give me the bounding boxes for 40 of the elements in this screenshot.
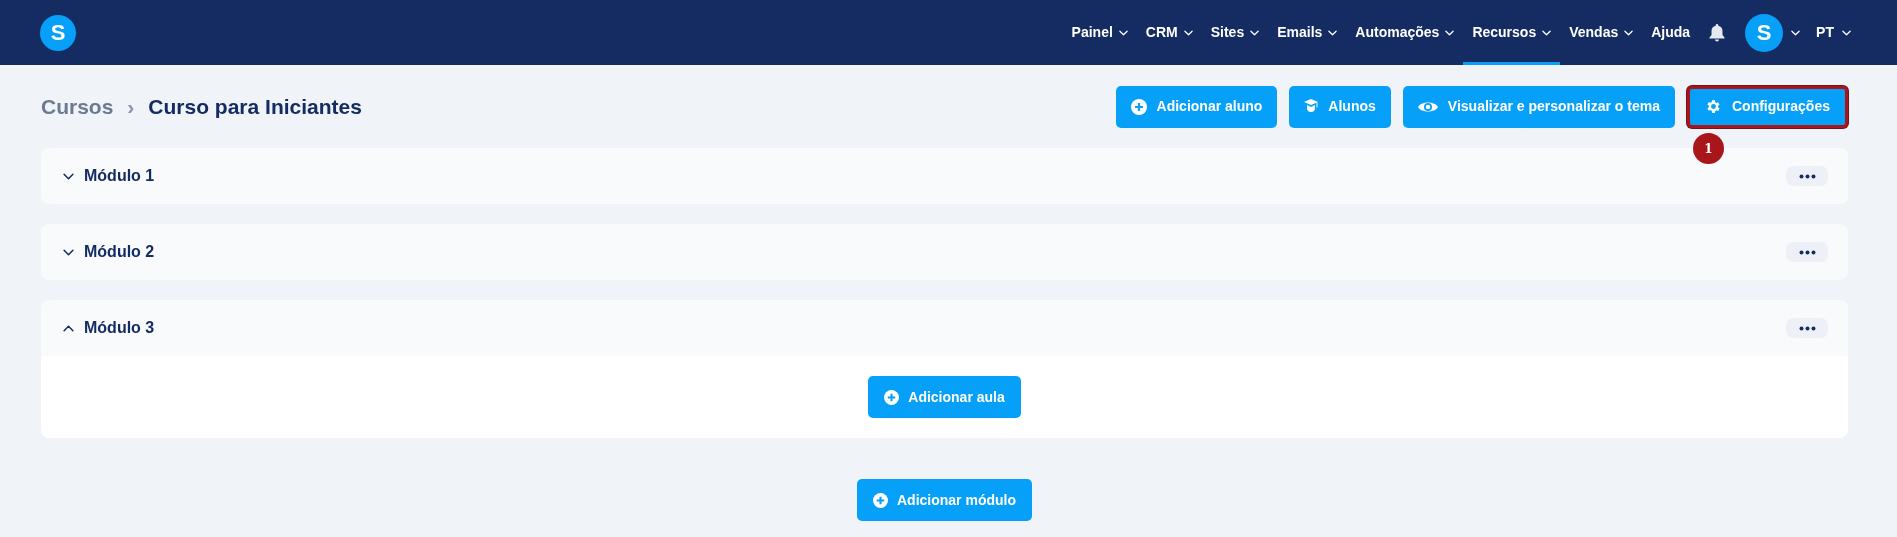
caret-icon [1842,29,1851,36]
plus-circle-icon [873,492,888,508]
caret-icon [1118,29,1128,36]
breadcrumb-separator: › [127,93,135,120]
nav-item[interactable]: Recursos [1463,0,1561,65]
graduation-cap-icon [1304,98,1319,115]
more-button[interactable] [1786,242,1828,262]
caret-icon [1328,29,1338,36]
more-icon [1798,249,1816,255]
gear-icon [1705,98,1722,115]
nav-item[interactable]: Emails [1268,0,1347,65]
language-selector[interactable]: PT [1816,22,1834,43]
caret-icon [1250,29,1260,36]
module-toggle[interactable]: Módulo 1 [63,164,155,188]
nav-item[interactable]: Sites [1201,0,1269,65]
more-icon [1798,173,1816,179]
caret-icon [1183,29,1193,36]
nav-item[interactable]: Vendas [1560,0,1643,65]
nav-item[interactable]: CRM [1136,0,1202,65]
plus-circle-icon [884,389,900,405]
breadcrumb-link[interactable]: Cursos [41,90,114,123]
plus-circle-icon [1130,98,1147,115]
caret-icon [1624,29,1634,36]
more-button[interactable] [1786,318,1828,338]
caret-icon [1791,29,1801,36]
callout-badge: 1 [1693,133,1724,164]
caret-icon [1445,29,1455,36]
page-title: Curso para Iniciantes [148,93,362,120]
nav-item[interactable]: Painel [1062,0,1137,65]
module-toggle[interactable]: Módulo 2 [63,240,155,264]
more-button[interactable] [1786,166,1828,186]
bell-icon[interactable] [1709,23,1726,42]
module-toggle[interactable]: Módulo 3 [63,316,155,340]
more-icon [1798,325,1816,331]
chevron-icon [63,172,74,180]
nav-item[interactable]: Ajuda [1642,0,1700,65]
chevron-icon [63,248,74,256]
caret-icon [1542,29,1552,36]
nav-item[interactable]: Automações [1346,0,1464,65]
chevron-icon [63,324,74,332]
